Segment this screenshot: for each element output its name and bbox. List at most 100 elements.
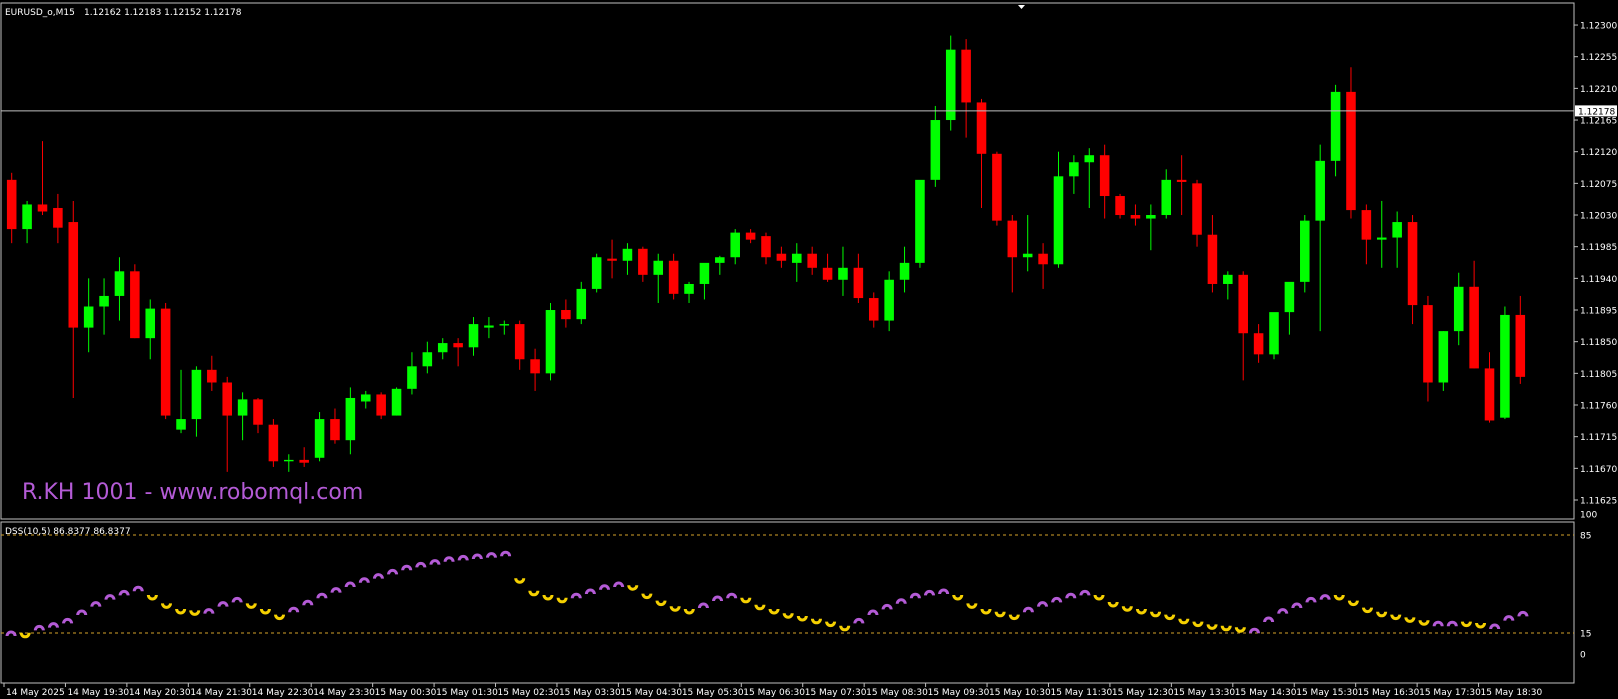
- candle-body: [391, 388, 402, 416]
- candle-body: [422, 352, 433, 367]
- candle-body: [1515, 314, 1526, 377]
- candle-body: [22, 204, 32, 230]
- candle-body: [945, 49, 956, 121]
- candle-body: [930, 120, 941, 180]
- candle-body: [545, 310, 556, 374]
- candle-body: [899, 262, 910, 280]
- price-axis-label: 1.11940: [1580, 275, 1617, 285]
- candle-body: [807, 253, 817, 268]
- candle-body: [1407, 222, 1418, 306]
- candle-body: [145, 308, 156, 339]
- candle-body: [1500, 314, 1510, 418]
- indicator-axis-label: 85: [1580, 532, 1591, 542]
- candle-body: [468, 324, 479, 348]
- candle-body: [868, 298, 879, 321]
- time-axis-label: 14 May 2025: [6, 688, 65, 698]
- time-axis-label: 15 May 04:30: [620, 688, 682, 698]
- candle-body: [715, 257, 725, 263]
- time-axis-label: 15 May 01:30: [436, 688, 498, 698]
- candle-body: [376, 394, 386, 416]
- candle-body: [222, 382, 232, 416]
- candle-body: [1022, 253, 1033, 258]
- time-axis-label: 15 May 13:30: [1173, 688, 1235, 698]
- time-axis-label: 15 May 10:30: [989, 688, 1051, 698]
- chart-background: [0, 0, 1618, 699]
- time-axis-label: 15 May 17:30: [1419, 688, 1481, 698]
- candle-body: [453, 343, 463, 348]
- time-axis-label: 15 May 18:30: [1481, 688, 1543, 698]
- indicator-axis-label: 15: [1580, 630, 1591, 640]
- candle-body: [1161, 179, 1172, 216]
- candle-body: [638, 248, 648, 275]
- candle-body: [253, 399, 263, 425]
- price-axis-label: 1.12300: [1580, 22, 1617, 32]
- candle-body: [1469, 286, 1479, 369]
- candle-body: [1438, 331, 1449, 383]
- price-axis-label: 1.12030: [1580, 212, 1617, 222]
- candle-body: [499, 324, 510, 326]
- candle-body: [1269, 312, 1279, 355]
- candle-body: [961, 49, 971, 103]
- candle-body: [53, 207, 63, 228]
- candle-body: [1253, 333, 1264, 355]
- candle-body: [1115, 196, 1125, 216]
- price-axis-label: 1.11895: [1580, 307, 1617, 317]
- candle-body: [1238, 274, 1248, 334]
- candle-body: [622, 248, 633, 261]
- candle-body: [314, 419, 325, 458]
- price-axis-label: 1.12165: [1580, 117, 1617, 127]
- price-axis-label: 1.11670: [1580, 465, 1617, 475]
- candle-body: [915, 179, 925, 263]
- candle-body: [1423, 305, 1433, 383]
- candle-body: [1038, 253, 1048, 265]
- candle-body: [1346, 91, 1356, 211]
- candle-body: [607, 258, 617, 261]
- time-axis-label: 15 May 07:30: [805, 688, 867, 698]
- price-axis-label: 1.12075: [1580, 180, 1617, 190]
- candle-body: [1223, 274, 1233, 284]
- time-axis-label: 14 May 22:30: [252, 688, 314, 698]
- candle-body: [1069, 162, 1079, 177]
- candle-body: [176, 419, 186, 430]
- candle-body: [1146, 215, 1156, 219]
- time-axis-label: 15 May 08:30: [866, 688, 928, 698]
- candle-body: [1453, 286, 1464, 332]
- candle-body: [114, 271, 125, 296]
- price-axis-label: 1.11760: [1580, 402, 1617, 412]
- current-price-tag: 1.12178: [1575, 105, 1617, 117]
- candle-body: [561, 310, 571, 320]
- time-axis-label: 15 May 15:30: [1296, 688, 1358, 698]
- candle-body: [699, 262, 710, 284]
- time-axis-label: 15 May 00:30: [375, 688, 437, 698]
- candle-body: [37, 204, 48, 212]
- symbol-label: EURUSD_o,M15: [5, 8, 75, 18]
- candle-body: [1176, 179, 1187, 182]
- time-axis-label: 15 May 16:30: [1358, 688, 1420, 698]
- time-axis-label: 15 May 02:30: [498, 688, 560, 698]
- candle-body: [1130, 215, 1141, 219]
- candle-body: [884, 279, 894, 321]
- candle-body: [684, 283, 694, 294]
- candle-body: [838, 267, 848, 280]
- indicator-label: DSS(10,5) 86.8377 86.8377: [5, 527, 131, 537]
- candle-body: [1053, 176, 1064, 265]
- time-axis-label: 15 May 09:30: [928, 688, 990, 698]
- candle-body: [437, 343, 448, 353]
- price-axis-label: 1.11850: [1580, 338, 1617, 348]
- time-axis-label: 15 May 14:30: [1235, 688, 1297, 698]
- candle-body: [1192, 183, 1202, 235]
- chart-canvas: EURUSD_o,M15 1.12162 1.12183 1.12152 1.1…: [0, 0, 1618, 699]
- candle-body: [68, 222, 79, 328]
- current-price-tag-label: 1.12178: [1578, 107, 1615, 117]
- price-axis-label: 1.11985: [1580, 243, 1617, 253]
- candle-body: [591, 257, 602, 289]
- candle-body: [6, 179, 17, 230]
- candle-body: [407, 366, 417, 389]
- candle-body: [1300, 220, 1310, 282]
- candle-body: [1484, 368, 1495, 421]
- price-axis-label: 1.11715: [1580, 433, 1617, 443]
- candle-body: [284, 459, 294, 462]
- candle-body: [330, 419, 340, 441]
- candle-body: [576, 288, 587, 320]
- price-axis-label: 1.12210: [1580, 85, 1617, 95]
